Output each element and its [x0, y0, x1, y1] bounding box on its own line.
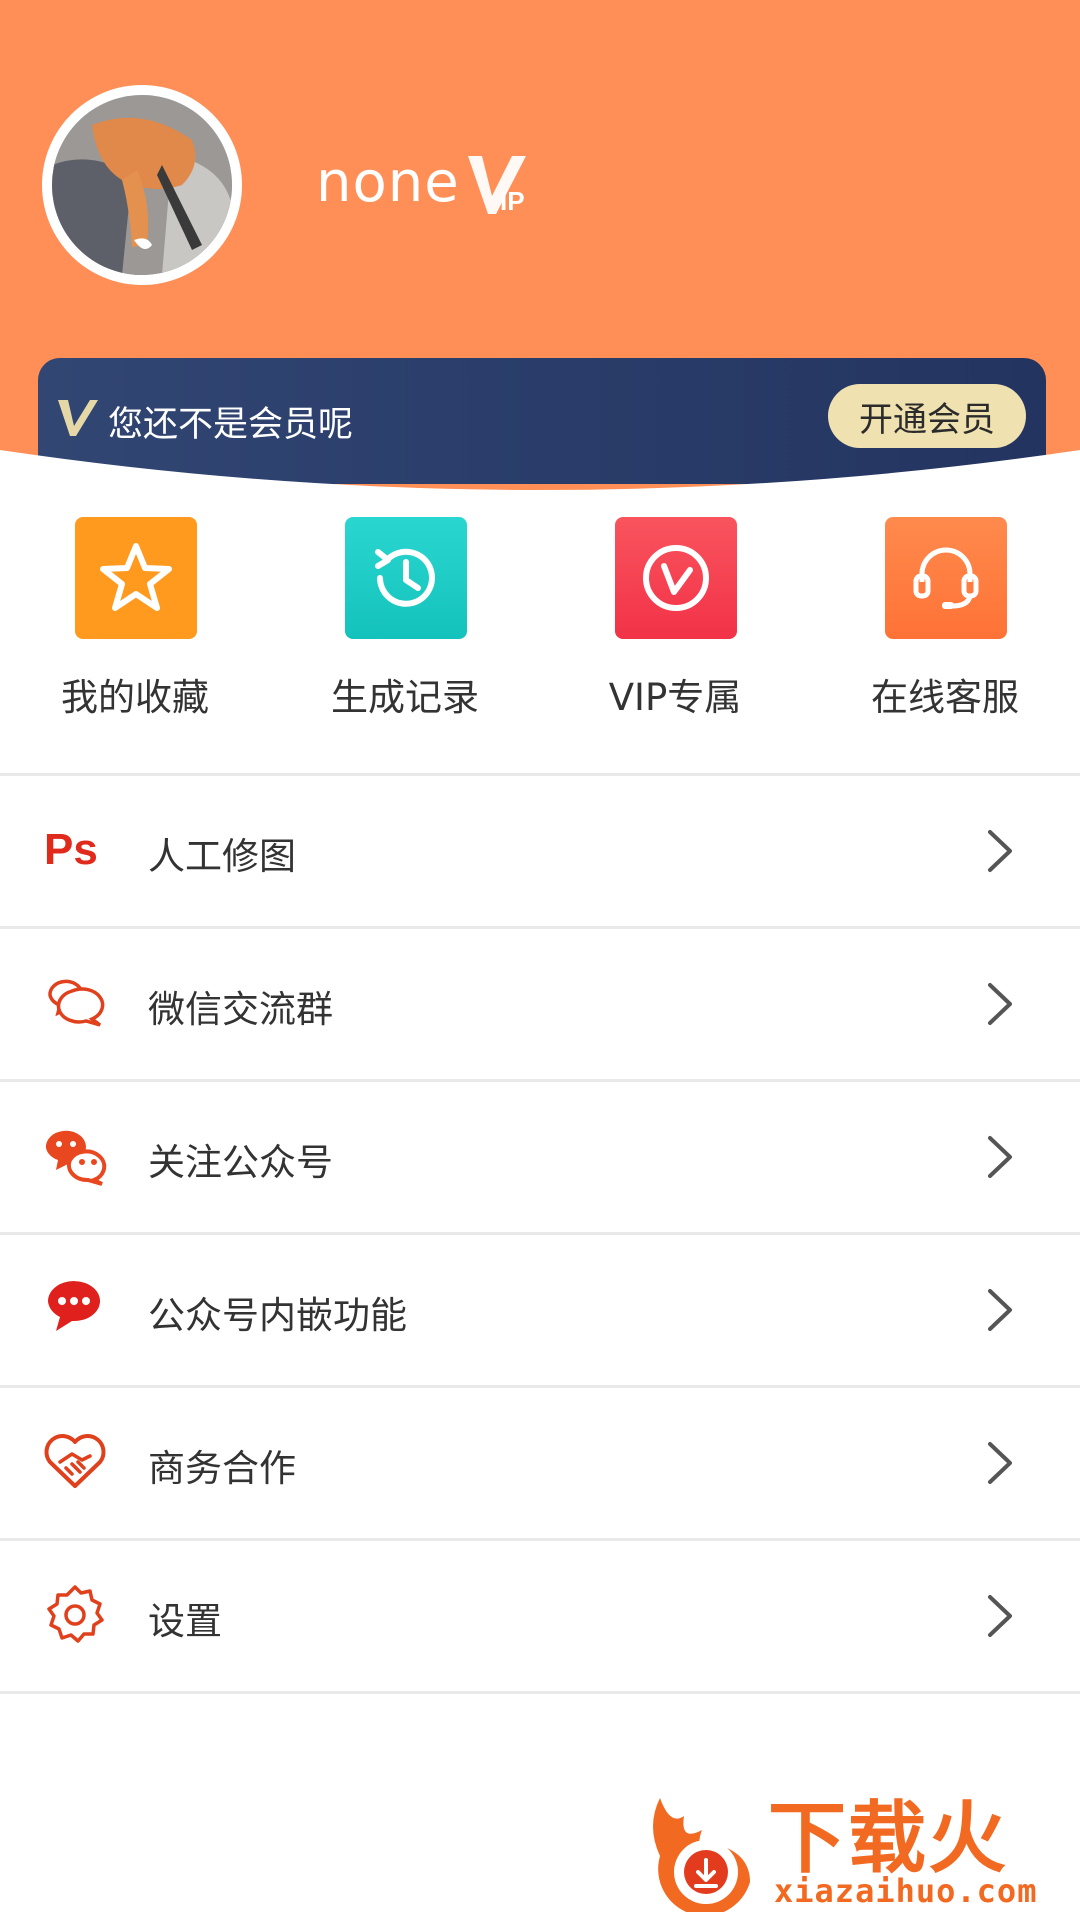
chevron-right-icon — [988, 983, 1012, 1025]
menu-item-business[interactable]: 商务合作 — [0, 1388, 1080, 1538]
menu-item-wechat-group[interactable]: 微信交流群 — [0, 929, 1080, 1079]
wechat-icon — [42, 1122, 108, 1188]
quick-action-label: 生成记录 — [331, 676, 479, 719]
chevron-right-icon — [988, 830, 1012, 872]
quick-action-label: VIP专属 — [608, 676, 742, 719]
username: none — [316, 150, 460, 215]
settings-menu: Ps 人工修图 微信交流群 关注公众号 公众号内嵌功能 商务合作 设置 — [0, 773, 1080, 1694]
quick-action-vip[interactable]: VIP专属 — [555, 517, 795, 719]
menu-item-label: 人工修图 — [148, 835, 296, 878]
svg-text:Ps: Ps — [44, 825, 98, 874]
avatar[interactable] — [42, 85, 242, 285]
chat-bubbles-icon — [42, 969, 108, 1035]
watermark: 下载火 xiazaihuo.com — [640, 1776, 1080, 1920]
menu-item-label: 公众号内嵌功能 — [148, 1294, 407, 1337]
menu-item-label: 商务合作 — [148, 1447, 296, 1490]
chevron-right-icon — [988, 1136, 1012, 1178]
vip-badge-icon: IP — [468, 156, 526, 216]
avatar-image — [52, 95, 232, 275]
quick-action-history[interactable]: 生成记录 — [285, 517, 525, 719]
history-icon — [345, 517, 467, 639]
menu-item-label: 设置 — [148, 1600, 222, 1643]
profile-screen: none IP 您还不是会员呢 开通会员 我的收藏 生成记录 VIP专属 在线客… — [0, 0, 1080, 1920]
watermark-url: xiazaihuo.com — [774, 1872, 1038, 1910]
quick-action-favorites[interactable]: 我的收藏 — [15, 517, 255, 719]
quick-actions-grid: 我的收藏 生成记录 VIP专属 在线客服 — [0, 517, 1080, 719]
open-vip-button[interactable]: 开通会员 — [828, 384, 1026, 448]
chevron-right-icon — [988, 1442, 1012, 1484]
vip-icon — [615, 517, 737, 639]
message-icon — [42, 1275, 108, 1341]
svg-text:IP: IP — [500, 186, 525, 216]
quick-action-label: 在线客服 — [871, 676, 1019, 719]
divider — [0, 1691, 1080, 1694]
headset-icon — [885, 517, 1007, 639]
menu-item-settings[interactable]: 设置 — [0, 1541, 1080, 1691]
flame-logo-icon — [653, 1798, 750, 1912]
star-icon — [75, 517, 197, 639]
vip-logo-icon — [58, 400, 98, 436]
chevron-right-icon — [988, 1289, 1012, 1331]
menu-item-embedded-features[interactable]: 公众号内嵌功能 — [0, 1235, 1080, 1385]
menu-item-photo-retouch[interactable]: Ps 人工修图 — [0, 776, 1080, 926]
gear-icon — [42, 1581, 108, 1647]
menu-item-label: 微信交流群 — [148, 988, 333, 1031]
chevron-right-icon — [988, 1595, 1012, 1637]
handshake-icon — [42, 1428, 108, 1494]
quick-action-label: 我的收藏 — [61, 676, 209, 719]
ps-icon: Ps — [42, 816, 108, 882]
menu-item-follow-account[interactable]: 关注公众号 — [0, 1082, 1080, 1232]
vip-status-text: 您还不是会员呢 — [108, 405, 354, 445]
menu-item-label: 关注公众号 — [148, 1141, 333, 1184]
quick-action-support[interactable]: 在线客服 — [825, 517, 1065, 719]
